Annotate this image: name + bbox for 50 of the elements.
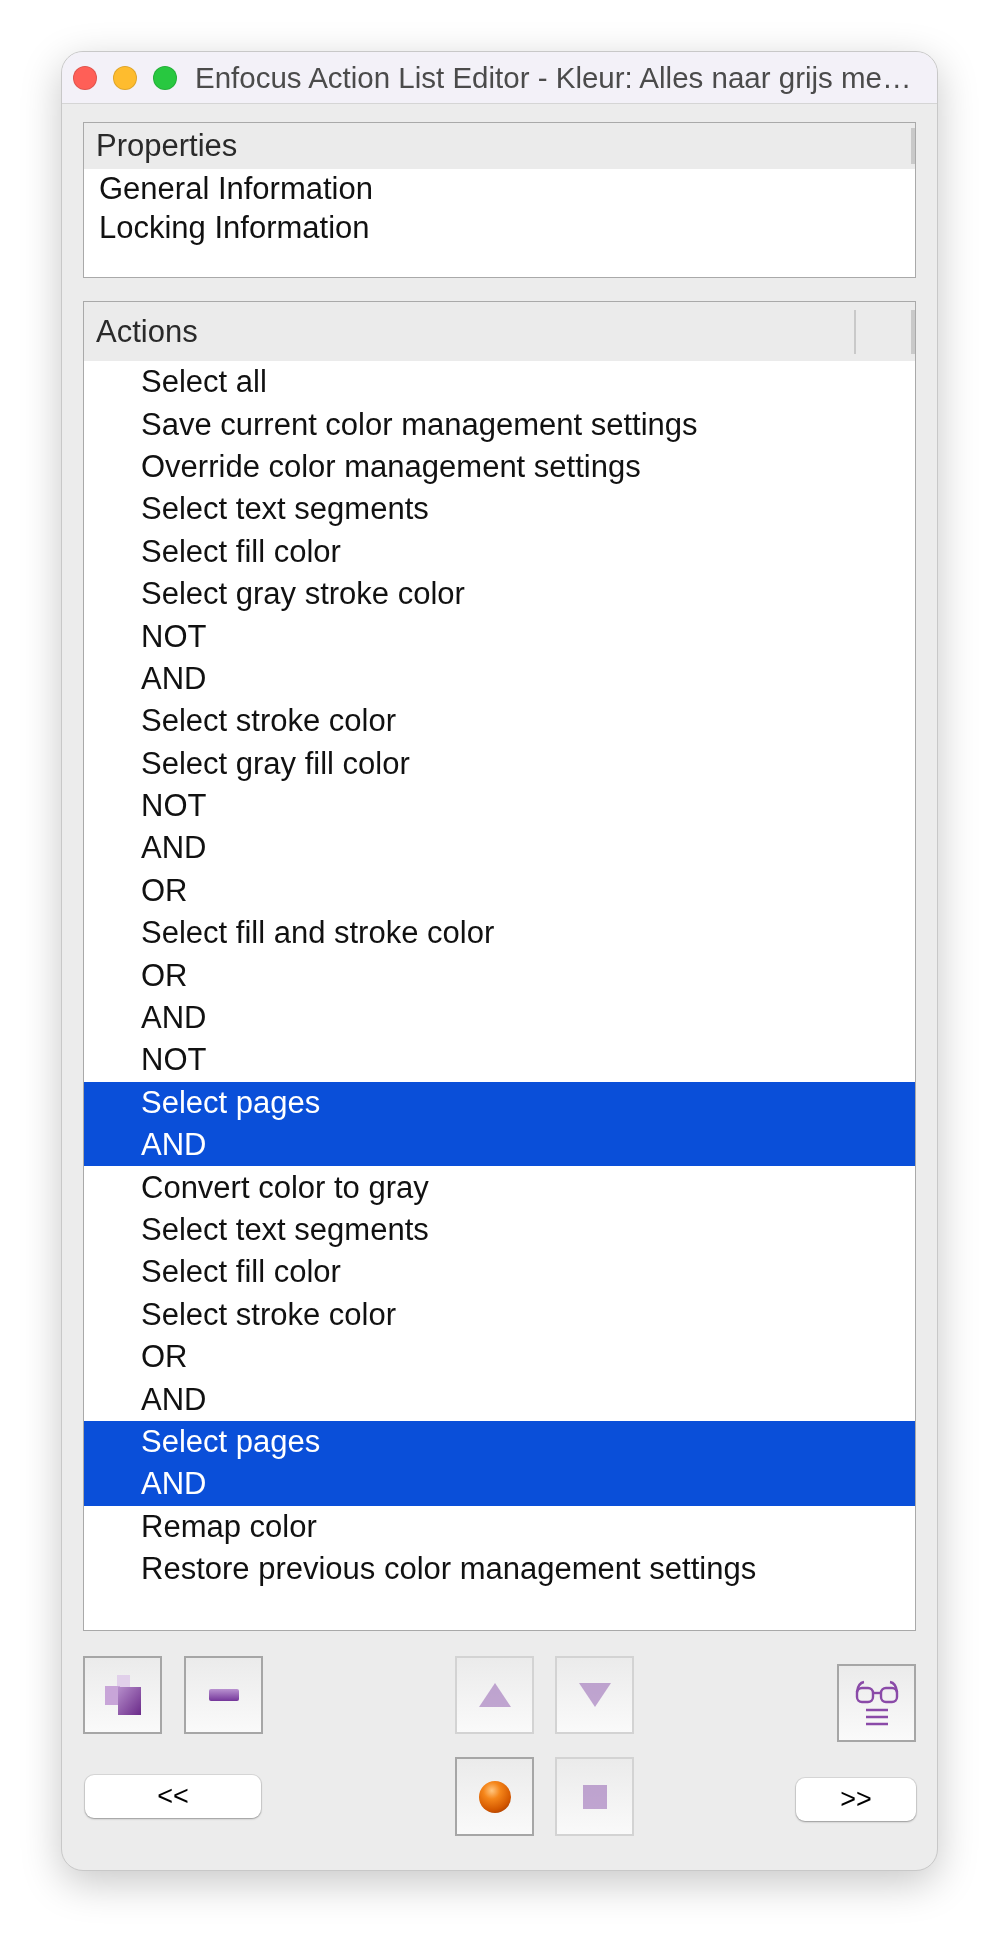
list-row[interactable]: AND <box>84 827 915 870</box>
list-row[interactable]: Remap color <box>84 1505 915 1548</box>
record-icon <box>478 1780 511 1813</box>
view-button[interactable] <box>837 1664 916 1742</box>
zoom-button[interactable] <box>153 65 177 90</box>
list-row[interactable]: Save current color management settings <box>84 403 915 446</box>
list-row[interactable]: AND <box>84 996 915 1040</box>
down-triangle-icon <box>578 1683 611 1707</box>
close-button[interactable] <box>73 65 97 90</box>
up-triangle-icon <box>478 1683 511 1707</box>
column-title[interactable]: Properties <box>84 123 911 169</box>
list-row[interactable]: Select all <box>84 361 915 404</box>
list-row[interactable]: Select fill color <box>84 1251 915 1294</box>
list-row[interactable]: Select stroke color <box>84 700 915 743</box>
minus-icon <box>208 1689 239 1701</box>
window-title: Enfocus Action List Editor - Kleur: Alles naar grijs me… <box>195 60 912 95</box>
list-row[interactable]: Select gray stroke color <box>84 572 915 616</box>
list-row[interactable]: NOT <box>84 615 915 658</box>
stop-icon <box>582 1784 607 1809</box>
list-row[interactable]: OR <box>84 1336 915 1379</box>
list-row[interactable]: AND <box>84 1463 915 1506</box>
list-row[interactable]: Convert color to gray <box>84 1166 915 1209</box>
record-button[interactable] <box>455 1757 534 1836</box>
remove-button[interactable] <box>184 1656 263 1734</box>
list-row[interactable]: NOT <box>84 1039 915 1082</box>
list-row[interactable]: General Information <box>84 169 915 209</box>
list-row[interactable]: Override color management settings <box>84 445 915 489</box>
column-title[interactable]: Actions <box>84 302 854 361</box>
list-row[interactable]: AND <box>84 1124 915 1167</box>
glasses-icon <box>854 1680 899 1726</box>
list-row[interactable]: Restore previous color management settings <box>84 1547 915 1591</box>
list-row[interactable]: Select pages <box>84 1081 915 1125</box>
previous-button[interactable]: << <box>85 1775 261 1818</box>
stacked-squares-icon <box>104 1675 141 1715</box>
list-row[interactable]: Select fill color <box>84 530 915 573</box>
duplicate-button[interactable] <box>83 1656 162 1734</box>
list-row[interactable]: OR <box>84 954 915 997</box>
list-row[interactable]: Select stroke color <box>84 1293 915 1336</box>
list-row[interactable]: Select text segments <box>84 488 915 531</box>
list-row[interactable]: Select fill and stroke color <box>84 912 915 955</box>
next-button[interactable]: >> <box>796 1778 916 1821</box>
list-row[interactable]: Locking Information <box>84 208 915 248</box>
list-row[interactable]: NOT <box>84 784 915 828</box>
minimize-button[interactable] <box>113 65 137 90</box>
list-row[interactable]: Select pages <box>84 1420 915 1464</box>
list-row[interactable]: OR <box>84 869 915 913</box>
list-row[interactable]: Select gray fill color <box>84 742 915 785</box>
list-row[interactable]: Select text segments <box>84 1208 915 1252</box>
list-row[interactable]: AND <box>84 1378 915 1421</box>
list-row[interactable]: AND <box>84 657 915 701</box>
